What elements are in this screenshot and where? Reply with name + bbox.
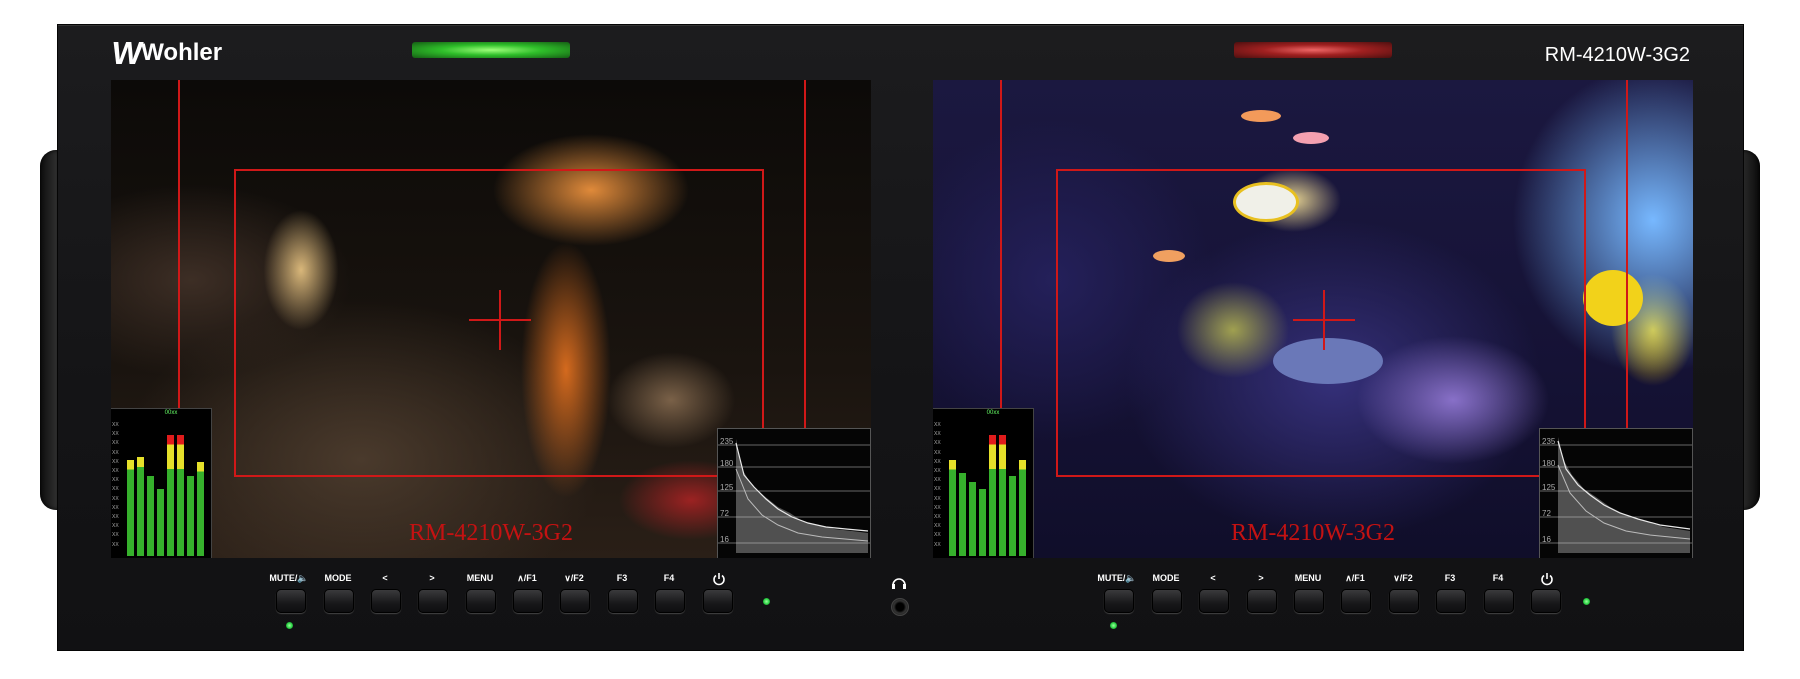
right-arrow-label-right: > bbox=[1258, 573, 1264, 583]
f1-label-left: ∧/F1 bbox=[517, 573, 537, 583]
mute-button-left[interactable] bbox=[276, 589, 306, 613]
mode-button-left[interactable] bbox=[324, 589, 354, 613]
watermark-left: RM-4210W-3G2 bbox=[409, 520, 573, 546]
f4-label-right: F4 bbox=[1492, 573, 1504, 583]
left-arrow-button-right[interactable] bbox=[1199, 589, 1229, 613]
right-arrow-button-left[interactable] bbox=[418, 589, 448, 613]
power-button-left[interactable] bbox=[703, 589, 733, 613]
f3-button-left[interactable] bbox=[608, 589, 638, 613]
left-arrow-label-right: < bbox=[1210, 573, 1216, 583]
tally-light-right bbox=[1234, 42, 1392, 58]
meter-tag: 00xx bbox=[986, 410, 1000, 416]
butterflyfish bbox=[1233, 182, 1299, 222]
menu-label-left: MENU bbox=[466, 573, 494, 583]
wohler-logo: W Wohler bbox=[109, 34, 223, 72]
headphones-icon bbox=[892, 578, 906, 589]
power-led-right bbox=[1583, 598, 1590, 605]
f4-button-left[interactable] bbox=[655, 589, 685, 613]
menu-button-left[interactable] bbox=[466, 589, 496, 613]
power-icon bbox=[1541, 573, 1553, 586]
power-led-left bbox=[763, 598, 770, 605]
anthias-2 bbox=[1293, 132, 1329, 144]
wave-scale-125: 125 bbox=[1542, 483, 1556, 492]
meter-scale-mark: XX bbox=[934, 468, 941, 475]
yellow-tang bbox=[1583, 270, 1643, 326]
right-arrow-button-right[interactable] bbox=[1247, 589, 1277, 613]
mute-led-right bbox=[1110, 622, 1117, 629]
meter-scale-mark: XX bbox=[934, 458, 941, 465]
right-arrow-label-left: > bbox=[429, 573, 435, 583]
meter-scale-mark: XX bbox=[112, 440, 119, 447]
f3-button-right[interactable] bbox=[1436, 589, 1466, 613]
meter-scale-mark: XX bbox=[112, 468, 119, 475]
f2-button-right[interactable] bbox=[1389, 589, 1419, 613]
mute-label-left: MUTE/🔈 bbox=[269, 573, 309, 583]
meter-scale-mark: XX bbox=[112, 458, 119, 465]
wave-scale-235: 235 bbox=[720, 437, 734, 446]
left-arrow-button-left[interactable] bbox=[371, 589, 401, 613]
wave-scale-72: 72 bbox=[720, 509, 729, 518]
logo-text: Wohler bbox=[141, 39, 223, 66]
anthias-3 bbox=[1153, 250, 1185, 262]
meter-scale-mark: XX bbox=[934, 431, 941, 438]
mute-label-right: MUTE/🔈 bbox=[1097, 573, 1137, 583]
meter-scale-mark: XX bbox=[112, 422, 119, 428]
mode-label-left: MODE bbox=[324, 573, 352, 583]
surgeonfish bbox=[1273, 338, 1383, 384]
headphone-jack[interactable] bbox=[891, 598, 909, 616]
f3-label-left: F3 bbox=[616, 573, 628, 583]
wave-scale-180: 180 bbox=[1542, 459, 1556, 468]
meter-scale-mark: XX bbox=[112, 431, 119, 438]
wave-scale-125: 125 bbox=[720, 483, 734, 492]
f1-label-right: ∧/F1 bbox=[1345, 573, 1365, 583]
left-arrow-label-left: < bbox=[382, 573, 388, 583]
f2-label-left: ∨/F2 bbox=[564, 573, 584, 583]
menu-label-right: MENU bbox=[1294, 573, 1322, 583]
mute-led-left bbox=[286, 622, 293, 629]
logo-mark: W bbox=[109, 34, 142, 71]
meter-scale-mark: XX bbox=[112, 486, 119, 493]
mode-label-right: MODE bbox=[1152, 573, 1180, 583]
f2-label-right: ∨/F2 bbox=[1393, 573, 1413, 583]
wave-scale-72: 72 bbox=[1542, 509, 1551, 518]
mute-button-right[interactable] bbox=[1104, 589, 1134, 613]
menu-button-right[interactable] bbox=[1294, 589, 1324, 613]
meter-scale-mark: XX bbox=[112, 504, 119, 511]
meter-scale-mark: XX bbox=[112, 495, 119, 502]
meter-scale-mark: XX bbox=[934, 477, 941, 484]
meter-scale-mark: XX bbox=[934, 449, 941, 456]
meter-scale-mark: XX bbox=[934, 504, 941, 511]
meter-tag: 00xx bbox=[164, 410, 178, 416]
f4-label-left: F4 bbox=[663, 573, 675, 583]
power-icon bbox=[713, 573, 725, 586]
meter-scale-mark: XX bbox=[934, 495, 941, 502]
power-button-right[interactable] bbox=[1531, 589, 1561, 613]
meter-scale-mark: XX bbox=[112, 449, 119, 456]
screen-left: 00xx XX XX XX XX XX XX XX XX XX XX XX XX XX XX 235 18… bbox=[111, 80, 871, 558]
f3-label-right: F3 bbox=[1444, 573, 1456, 583]
meter-scale-mark: XX bbox=[934, 486, 941, 493]
f1-button-left[interactable] bbox=[513, 589, 543, 613]
meter-scale-mark: XX bbox=[112, 477, 119, 484]
anthias-1 bbox=[1241, 110, 1281, 122]
tally-light-left bbox=[412, 42, 570, 58]
mode-button-right[interactable] bbox=[1152, 589, 1182, 613]
wave-scale-235: 235 bbox=[1542, 437, 1556, 446]
f2-button-left[interactable] bbox=[560, 589, 590, 613]
f4-button-right[interactable] bbox=[1484, 589, 1514, 613]
watermark-right: RM-4210W-3G2 bbox=[1231, 520, 1395, 546]
meter-scale-mark: XX bbox=[934, 422, 941, 428]
model-label: RM-4210W-3G2 bbox=[1544, 44, 1690, 66]
screen-right: 00xx XX XX XX XX XX XX XX XX XX XX XX XX XX XX 235 18… bbox=[933, 80, 1693, 558]
meter-scale-mark: XX bbox=[934, 440, 941, 447]
f1-button-right[interactable] bbox=[1341, 589, 1371, 613]
wave-scale-180: 180 bbox=[720, 459, 734, 468]
